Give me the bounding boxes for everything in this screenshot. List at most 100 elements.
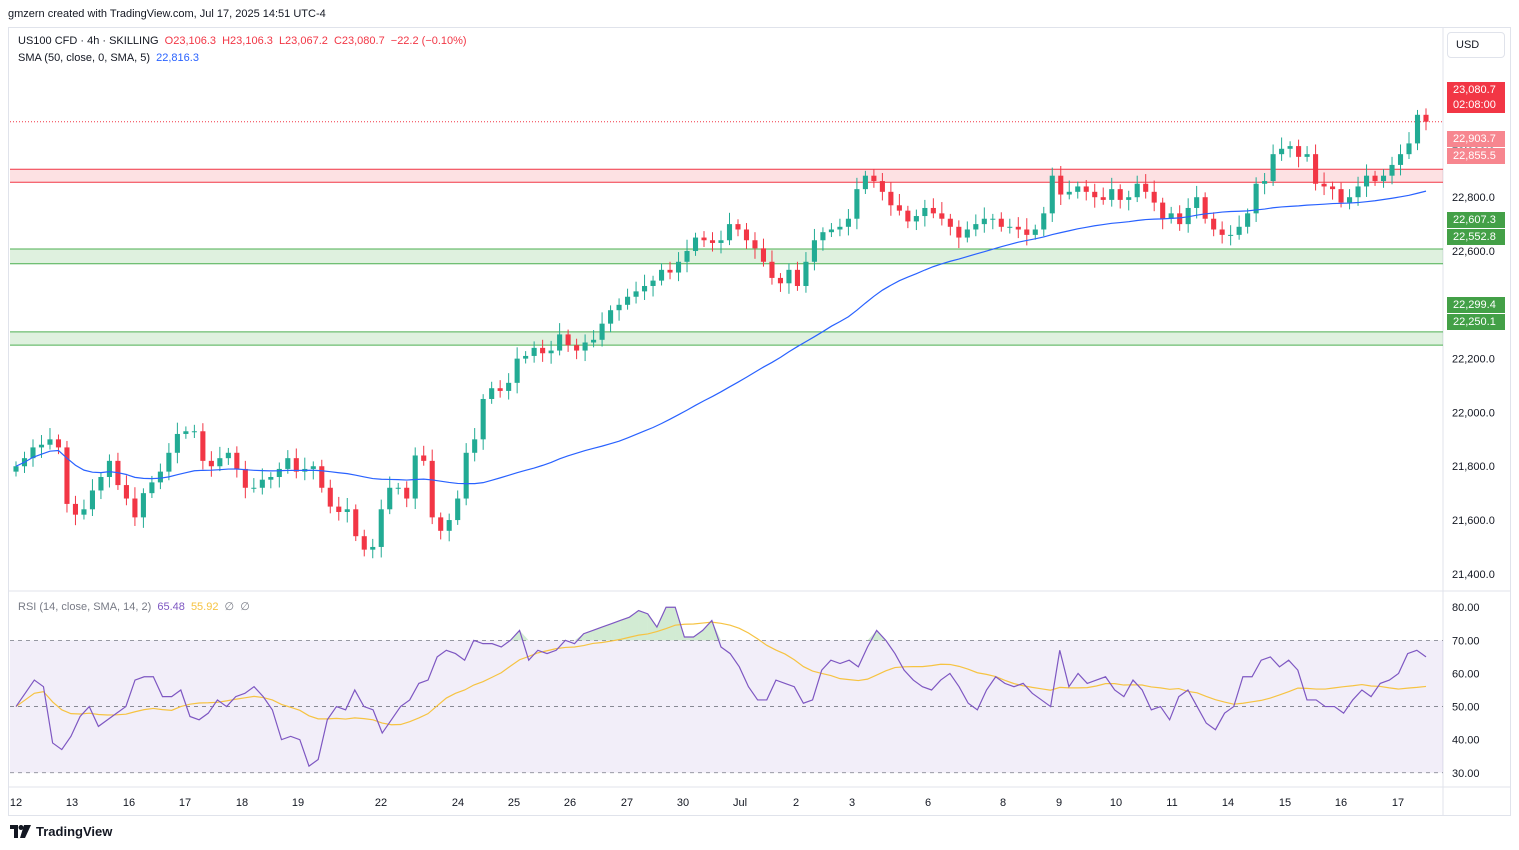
candle-body bbox=[684, 251, 690, 262]
candle-body bbox=[438, 517, 444, 531]
time-tick-label: 10 bbox=[1110, 797, 1122, 809]
zone-green1-bottom-label: 22,552.8 bbox=[1447, 229, 1505, 245]
candle-body bbox=[658, 269, 665, 281]
candle-body bbox=[1355, 186, 1361, 198]
candle-body bbox=[642, 285, 648, 292]
candle-body bbox=[845, 218, 851, 227]
candle-body bbox=[429, 460, 435, 518]
time-tick-label: 3 bbox=[849, 797, 855, 809]
candle-body bbox=[463, 452, 469, 499]
candle-body bbox=[361, 536, 367, 550]
chart-canvas[interactable]: 21,400.0 21,600.0 21,800.0 22,000.0 22,200.0… bbox=[0, 0, 1519, 850]
candle-body bbox=[140, 493, 146, 518]
candle-body bbox=[259, 479, 265, 488]
candle-body bbox=[72, 503, 79, 515]
candle-body bbox=[837, 226, 843, 230]
candle-body bbox=[38, 444, 45, 448]
candle-body bbox=[557, 334, 563, 351]
time-tick-label: 17 bbox=[1392, 797, 1404, 809]
symbol-label[interactable]: US100 CFD · 4h · SKILLING bbox=[18, 35, 159, 47]
time-tick-label: 11 bbox=[1166, 797, 1177, 809]
candle-body bbox=[1304, 154, 1310, 157]
rsi-tick-label: 50.00 bbox=[1452, 702, 1480, 714]
candle-body bbox=[285, 458, 291, 469]
tradingview-logo[interactable]: TradingView bbox=[10, 824, 112, 839]
time-tick-label: 30 bbox=[677, 797, 689, 809]
candle-body bbox=[1058, 175, 1064, 195]
time-tick-label: 9 bbox=[1056, 797, 1062, 809]
time-tick-label: Jul bbox=[733, 797, 747, 809]
candle-body bbox=[540, 347, 546, 354]
candle-body bbox=[157, 471, 163, 483]
candle-body bbox=[582, 342, 588, 351]
candle-body bbox=[769, 261, 775, 278]
price-tick-label: 21,400.0 bbox=[1452, 569, 1495, 581]
candle-body bbox=[225, 452, 231, 459]
time-tick-label: 15 bbox=[1279, 797, 1291, 809]
rsi-overbought-fill bbox=[647, 613, 657, 641]
candle-body bbox=[1100, 197, 1106, 200]
candle-body bbox=[922, 207, 928, 217]
candle-body bbox=[132, 498, 138, 518]
price-tick-label: 21,800.0 bbox=[1452, 461, 1495, 473]
candle-body bbox=[55, 439, 62, 448]
candle-body bbox=[1024, 229, 1030, 235]
rsi-tick-label: 30.00 bbox=[1452, 768, 1480, 780]
candle-body bbox=[718, 240, 724, 243]
rsi-tick-label: 70.00 bbox=[1452, 635, 1480, 647]
candle-body bbox=[1287, 146, 1293, 149]
symbol-legend[interactable]: US100 CFD · 4h · SKILLING O23,106.3 H23,… bbox=[18, 35, 470, 47]
candle-body bbox=[1313, 154, 1319, 184]
time-tick-label: 18 bbox=[236, 797, 248, 809]
currency-button[interactable]: USD bbox=[1447, 32, 1505, 58]
rsi-overbought-fill bbox=[620, 617, 630, 641]
zone-red-bottom-label: 22,855.5 bbox=[1447, 148, 1505, 164]
candle-body bbox=[370, 546, 376, 550]
candle-body bbox=[455, 498, 461, 521]
candle-body bbox=[106, 460, 112, 478]
candle-body bbox=[709, 240, 716, 243]
candle-body bbox=[327, 487, 333, 507]
candle-body bbox=[1389, 164, 1395, 176]
candle-body bbox=[1066, 191, 1072, 195]
rsi-overbought-fill bbox=[638, 610, 648, 641]
candle-body bbox=[81, 509, 87, 515]
price-tick-label: 21,600.0 bbox=[1452, 515, 1495, 527]
candle-body bbox=[964, 229, 970, 238]
time-tick-label: 16 bbox=[1335, 797, 1347, 809]
candle-body bbox=[395, 487, 401, 489]
candle-body bbox=[1211, 218, 1217, 230]
candle-body bbox=[506, 382, 512, 391]
candle-body bbox=[1406, 143, 1412, 155]
candle-body bbox=[786, 269, 792, 284]
candle-body bbox=[854, 189, 860, 219]
rsi-extra-1: ∅ bbox=[224, 601, 235, 613]
sma-label[interactable]: SMA (50, close, 0, SMA, 5) bbox=[18, 52, 150, 64]
candle-body bbox=[344, 509, 350, 512]
candle-body bbox=[675, 261, 682, 273]
candle-body bbox=[760, 248, 767, 262]
zone-red-top-label: 22,903.7 bbox=[1447, 131, 1505, 147]
candle-body bbox=[1330, 186, 1336, 190]
rsi-legend[interactable]: RSI (14, close, SMA, 14, 2) 65.48 55.92 … bbox=[18, 600, 253, 613]
candle-body bbox=[217, 458, 223, 467]
countdown-label: 02:08:00 bbox=[1447, 97, 1505, 113]
candle-body bbox=[523, 355, 529, 359]
open-value: O23,106.3 bbox=[164, 35, 217, 47]
tradingview-logo-text: TradingView bbox=[36, 824, 113, 839]
candle-body bbox=[1134, 183, 1140, 198]
candle-body bbox=[608, 310, 614, 324]
candle-body bbox=[336, 506, 342, 512]
candle-body bbox=[1015, 226, 1021, 230]
candle-body bbox=[1194, 197, 1200, 208]
candle-body bbox=[251, 487, 257, 489]
candle-body bbox=[565, 334, 571, 346]
candle-body bbox=[1151, 191, 1157, 203]
time-tick-label: 6 bbox=[925, 797, 931, 809]
sma-legend[interactable]: SMA (50, close, 0, SMA, 5) 22,816.3 bbox=[18, 52, 202, 64]
rsi-label[interactable]: RSI (14, close, SMA, 14, 2) bbox=[18, 601, 151, 613]
time-tick-label: 8 bbox=[1000, 797, 1006, 809]
candle-body bbox=[1380, 175, 1387, 182]
candle-body bbox=[743, 229, 750, 241]
candle-body bbox=[599, 323, 605, 340]
